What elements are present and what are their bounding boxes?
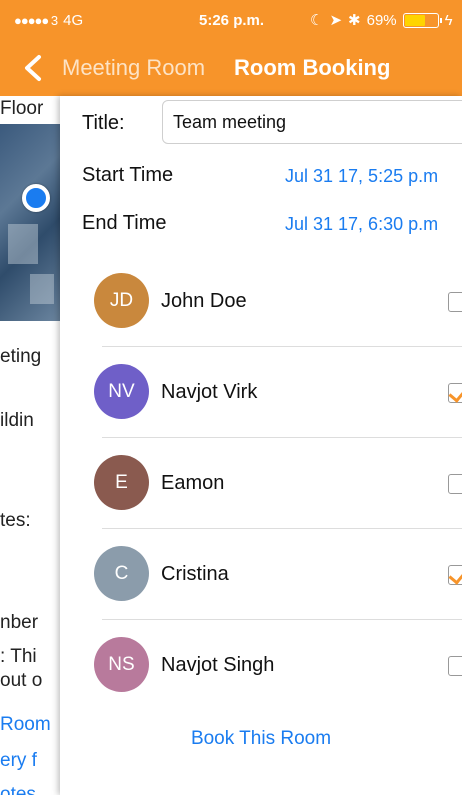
underlay-link[interactable]: Room [0,714,51,736]
attendee-checkbox[interactable] [448,474,462,494]
status-icons: ☾ ➤ ✱ 69% ϟ [310,11,453,30]
attendee-checkbox[interactable] [448,656,462,676]
attendee-checkbox[interactable] [448,292,462,312]
back-button[interactable]: Meeting Room [62,55,205,81]
attendee-checkbox[interactable] [448,565,462,585]
attendee-checkbox[interactable] [448,383,462,403]
attendee-name: Cristina [161,563,229,585]
title-input[interactable]: Team meeting [162,100,462,144]
attendee-row[interactable]: NS Navjot Singh [94,620,462,710]
charging-bolt-icon: ϟ [444,11,453,29]
location-arrow-icon: ➤ [329,12,343,29]
bluetooth-icon: ✱ [348,12,361,29]
battery-percent: 69% [366,11,397,29]
moon-icon: ☾ [310,12,324,29]
underlay-link[interactable]: ery f [0,750,37,772]
attendee-row[interactable]: C Cristina [94,529,462,619]
underlying-page: Floor eting ildin tes: nber : Thi out o … [0,96,60,795]
avatar: NS [94,637,149,692]
start-time-label: Start Time [82,164,174,186]
avatar: E [94,455,149,510]
status-bar: ●●●●● 3 4G 5:26 p.m. ☾ ➤ ✱ 69% ϟ [0,0,462,40]
title-label: Title: [82,112,125,134]
underlay-text: eting [0,346,42,367]
underlay-text: out o [0,670,43,691]
underlay-text: tes: [0,510,31,531]
underlay-text: Floor [0,98,44,119]
battery-fill [404,14,426,26]
attendee-row[interactable]: JD John Doe [94,256,462,346]
underlay-link[interactable]: otes [0,784,36,795]
avatar: NV [94,364,149,419]
booking-sheet: Title: Team meeting Start Time Jul 31 17… [60,96,462,795]
underlay-text: ildin [0,410,34,431]
room-map[interactable] [0,124,60,321]
page-title: Room Booking [234,55,391,80]
network-type: 4G [63,12,84,29]
end-time-value[interactable]: Jul 31 17, 6:30 p.m [285,214,438,235]
end-time-label: End Time [82,212,167,234]
underlay-text: nber [0,612,39,633]
attendee-name: Eamon [161,472,225,494]
navigation-bar: Meeting Room Room Booking [0,40,462,96]
attendee-name: Navjot Singh [161,654,275,676]
map-building [8,224,38,264]
attendee-row[interactable]: E Eamon [94,438,462,528]
book-room-button[interactable]: Book This Room [60,728,462,750]
underlay-text: : Thi [0,646,37,667]
battery-icon [402,12,442,28]
attendee-name: John Doe [161,290,247,312]
status-time: 5:26 p.m. [199,12,265,29]
top-bar: ●●●●● 3 4G 5:26 p.m. ☾ ➤ ✱ 69% ϟ Meeting… [0,0,462,96]
location-pin-icon [22,184,50,212]
attendee-row[interactable]: NV Navjot Virk [94,347,462,437]
carrier-info: ●●●●● 3 4G [14,12,83,29]
start-time-value[interactable]: Jul 31 17, 5:25 p.m [285,166,438,187]
back-chevron-icon[interactable] [20,54,46,82]
avatar: C [94,546,149,601]
map-building [30,274,54,304]
attendee-name: Navjot Virk [161,381,258,403]
signal-strength: ●●●●● 3 [14,13,58,28]
avatar: JD [94,273,149,328]
